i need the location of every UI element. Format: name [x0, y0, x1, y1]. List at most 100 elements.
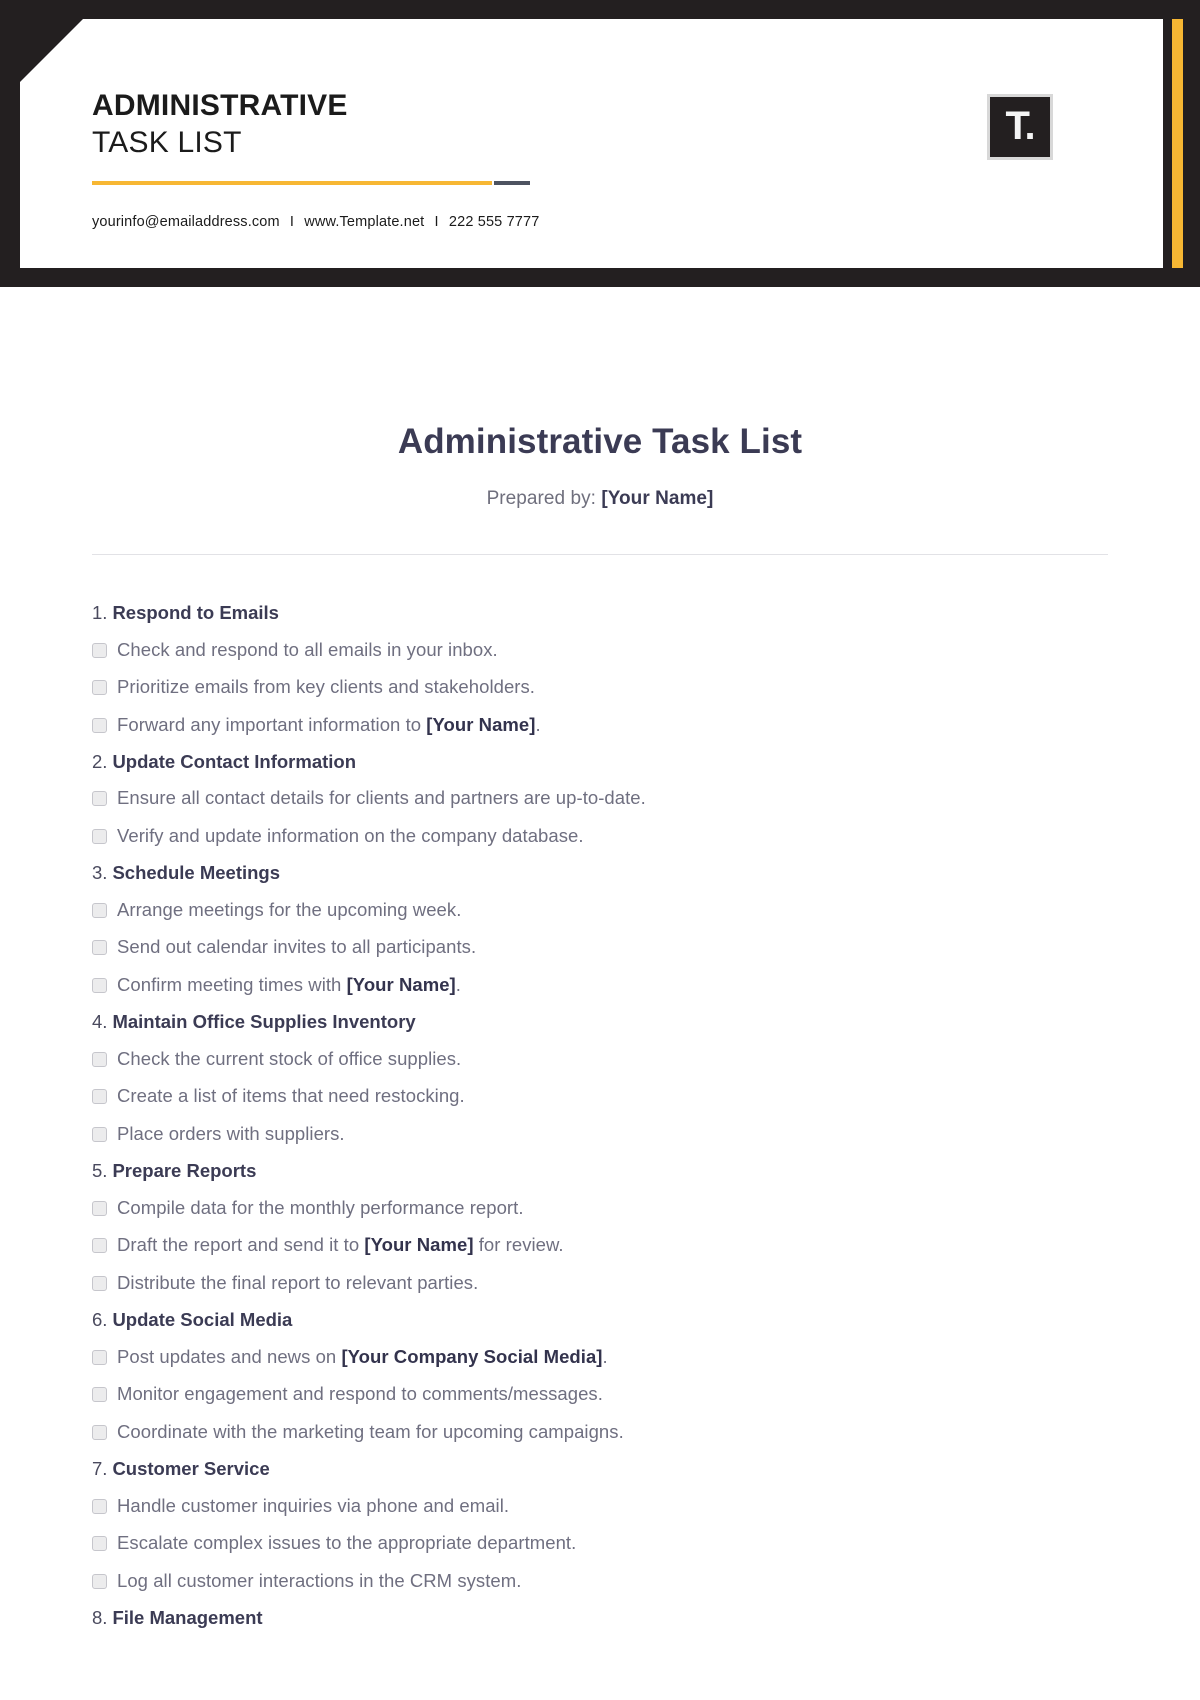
task-row[interactable]: Monitor engagement and respond to commen…	[92, 1375, 1108, 1413]
task-text-run: Draft the report and send it to	[117, 1234, 365, 1256]
section-heading: 2. Update Contact Information	[92, 744, 1108, 780]
task-text-run: Distribute the final report to relevant …	[117, 1272, 479, 1294]
task-label: Distribute the final report to relevant …	[117, 1272, 478, 1294]
task-label: Send out calendar invites to all partici…	[117, 936, 476, 958]
section-label: Schedule Meetings	[112, 862, 281, 884]
contact-website: www.Template.net	[304, 213, 425, 230]
letterhead-title-block: ADMINISTRATIVE TASK LIST yourinfo@emaila…	[92, 88, 539, 230]
task-row[interactable]: Send out calendar invites to all partici…	[92, 928, 1108, 966]
task-text-run: Handle customer inquiries via phone and …	[117, 1494, 510, 1516]
task-checkbox[interactable]	[92, 1387, 107, 1403]
task-checkbox[interactable]	[92, 1238, 107, 1254]
task-text-run: Prioritize emails from key clients and s…	[117, 676, 535, 698]
document-body: Administrative Task List Prepared by: [Y…	[0, 422, 1200, 1636]
task-row[interactable]: Confirm meeting times with [Your Name].	[92, 966, 1108, 1004]
title-divider	[92, 554, 1108, 555]
task-checkbox[interactable]	[92, 718, 107, 734]
contact-email: yourinfo@emailaddress.com	[92, 213, 280, 230]
page-title: Administrative Task List	[397, 422, 803, 461]
task-row[interactable]: Create a list of items that need restock…	[92, 1077, 1108, 1115]
task-row[interactable]: Place orders with suppliers.	[92, 1115, 1108, 1153]
prepared-by-value: [Your Name]	[601, 488, 714, 509]
task-placeholder-token: [Your Name]	[426, 714, 536, 736]
section-label: Maintain Office Supplies Inventory	[112, 1011, 416, 1033]
prepared-by-line: Prepared by: [Your Name]	[92, 488, 1108, 510]
task-checkbox[interactable]	[92, 1089, 107, 1105]
letterhead-title-line2: TASK LIST	[92, 126, 242, 160]
task-row[interactable]: Coordinate with the marketing team for u…	[92, 1413, 1108, 1451]
section-heading: 7. Customer Service	[92, 1451, 1108, 1487]
section-heading: 6. Update Social Media	[92, 1302, 1108, 1338]
task-label: Draft the report and send it to [Your Na…	[117, 1234, 564, 1256]
task-text-run: Forward any important information to	[117, 714, 427, 736]
section-number: 6.	[92, 1309, 108, 1331]
task-row[interactable]: Arrange meetings for the upcoming week.	[92, 891, 1108, 929]
task-checkbox[interactable]	[92, 1425, 107, 1441]
task-checkbox[interactable]	[92, 902, 107, 918]
task-row[interactable]: Check and respond to all emails in your …	[92, 631, 1108, 669]
letterhead-banner: ADMINISTRATIVE TASK LIST yourinfo@emaila…	[0, 0, 1200, 287]
task-text-run: Compile data for the monthly performance…	[117, 1196, 524, 1218]
task-row[interactable]: Ensure all contact details for clients a…	[92, 779, 1108, 817]
task-checkbox[interactable]	[92, 1051, 107, 1067]
letterhead-accent-bar	[1172, 19, 1183, 268]
task-label: Verify and update information on the com…	[117, 825, 584, 847]
task-row[interactable]: Escalate complex issues to the appropria…	[92, 1524, 1108, 1562]
task-row[interactable]: Forward any important information to [Yo…	[92, 706, 1108, 744]
document-page: ADMINISTRATIVE TASK LIST yourinfo@emaila…	[0, 0, 1200, 1700]
task-label: Coordinate with the marketing team for u…	[117, 1421, 624, 1443]
task-checkbox[interactable]	[92, 978, 107, 994]
section-label: Update Social Media	[112, 1309, 293, 1331]
section-label: Customer Service	[112, 1458, 270, 1480]
task-label: Monitor engagement and respond to commen…	[117, 1383, 603, 1405]
letterhead-title-line1: ADMINISTRATIVE	[92, 89, 348, 122]
section-label: Respond to Emails	[112, 602, 279, 623]
task-text-run: Post updates and news on	[117, 1345, 342, 1367]
task-row[interactable]: Draft the report and send it to [Your Na…	[92, 1226, 1108, 1264]
brand-logo: T.	[987, 94, 1053, 160]
task-label: Ensure all contact details for clients a…	[117, 787, 646, 809]
task-checkbox[interactable]	[92, 940, 107, 956]
letterhead-contact-line: yourinfo@emailaddress.com I www.Template…	[92, 214, 539, 230]
task-text-run: Send out calendar invites to all partici…	[117, 936, 477, 958]
task-row[interactable]: Check the current stock of office suppli…	[92, 1040, 1108, 1078]
task-row[interactable]: Prioritize emails from key clients and s…	[92, 668, 1108, 706]
task-checkbox[interactable]	[92, 1574, 107, 1590]
task-text-run: .	[535, 714, 541, 736]
task-row[interactable]: Verify and update information on the com…	[92, 817, 1108, 855]
task-text-run: for review.	[473, 1234, 564, 1256]
section-number: 8.	[92, 1607, 108, 1629]
task-label: Handle customer inquiries via phone and …	[117, 1495, 509, 1517]
task-checkbox[interactable]	[92, 1127, 107, 1143]
task-row[interactable]: Log all customer interactions in the CRM…	[92, 1562, 1108, 1600]
section-heading: 1. Respond to Emails	[92, 595, 1108, 631]
task-placeholder-token: [Your Name]	[346, 974, 456, 996]
section-label: File Management	[112, 1607, 263, 1629]
contact-separator-2: I	[434, 213, 439, 230]
task-row[interactable]: Compile data for the monthly performance…	[92, 1189, 1108, 1227]
section-label: Update Contact Information	[112, 750, 357, 772]
task-row[interactable]: Handle customer inquiries via phone and …	[92, 1487, 1108, 1525]
task-text-run: Arrange meetings for the upcoming week.	[117, 898, 462, 920]
task-label: Check and respond to all emails in your …	[117, 639, 498, 661]
task-row[interactable]: Distribute the final report to relevant …	[92, 1264, 1108, 1302]
task-text-run: Ensure all contact details for clients a…	[117, 787, 646, 809]
section-heading: 3. Schedule Meetings	[92, 855, 1108, 891]
contact-separator-1: I	[289, 213, 295, 230]
task-row[interactable]: Post updates and news on [Your Company S…	[92, 1338, 1108, 1376]
task-list: 1. Respond to Emails Check and respond to …	[92, 595, 1108, 1636]
task-checkbox[interactable]	[92, 829, 107, 845]
task-label: Arrange meetings for the upcoming week.	[117, 899, 461, 921]
task-text-run: Monitor engagement and respond to commen…	[117, 1383, 603, 1405]
task-text-run: Verify and update information on the com…	[117, 825, 584, 847]
task-checkbox[interactable]	[92, 1276, 107, 1292]
task-checkbox[interactable]	[92, 680, 107, 696]
task-checkbox[interactable]	[92, 1498, 107, 1514]
task-checkbox[interactable]	[92, 1349, 107, 1365]
task-checkbox[interactable]	[92, 791, 107, 807]
task-label: Place orders with suppliers.	[117, 1123, 345, 1145]
task-checkbox[interactable]	[92, 642, 107, 658]
task-label: Post updates and news on [Your Company S…	[117, 1346, 608, 1368]
task-checkbox[interactable]	[92, 1200, 107, 1216]
task-checkbox[interactable]	[92, 1536, 107, 1552]
